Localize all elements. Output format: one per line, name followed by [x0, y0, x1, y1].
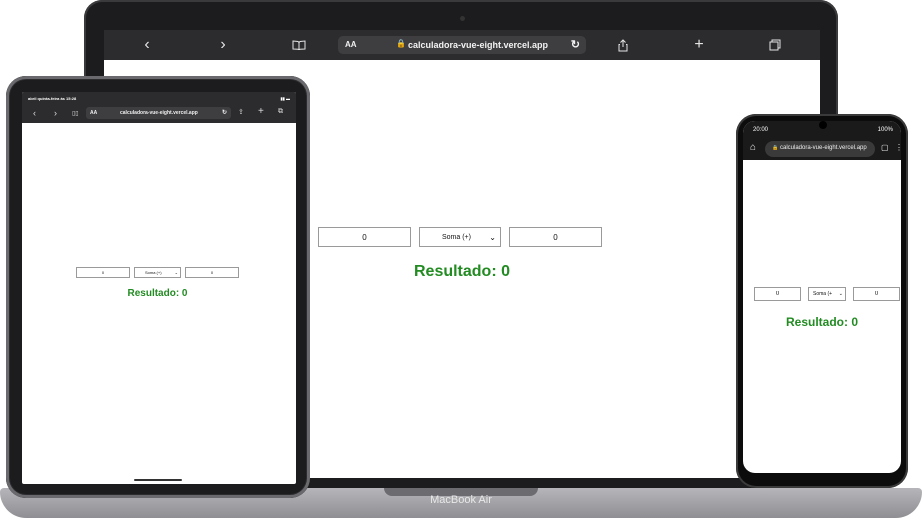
safari-toolbar: ‹ › AA 🔒 calculadora-vue-eight.vercel.ap… [104, 30, 820, 60]
operation-select-value: Soma (+) [442, 233, 471, 241]
status-time: abril quinta-feira às 15:28 [28, 96, 77, 101]
chevron-down-icon: ⌄ [174, 270, 178, 275]
back-icon[interactable]: ‹ [33, 108, 36, 118]
bookmarks-icon[interactable] [286, 30, 312, 60]
home-indicator [134, 479, 182, 481]
result-text: Resultado: 0 [413, 263, 510, 280]
url-text: calculadora-vue-eight.vercel.app [408, 40, 549, 50]
forward-icon[interactable]: › [210, 30, 236, 60]
more-options-icon[interactable]: ⋮ [895, 143, 901, 152]
share-icon[interactable] [610, 30, 636, 60]
battery-icon: ▮▮ ▬ [280, 96, 290, 101]
phone-screen: 20:00 100% ⌂ 🔒 calculadora-vue-eight.ver… [743, 121, 901, 473]
macbook-camera [460, 16, 465, 21]
chevron-down-icon: ⌄ [838, 291, 843, 297]
number-2-input[interactable] [185, 267, 239, 278]
operation-select-value: Soma (+ [813, 291, 833, 297]
number-1-input[interactable] [318, 227, 411, 247]
bookmarks-icon[interactable]: ▯▯ [72, 110, 79, 117]
number-1-input[interactable] [754, 287, 801, 301]
tabs-overview-icon[interactable] [762, 30, 788, 60]
reader-mode-label[interactable]: AA [90, 110, 97, 116]
status-time: 20:00 [753, 127, 769, 133]
url-text: calculadora-vue-eight.vercel.app [780, 145, 867, 151]
address-bar[interactable]: AA calculadora-vue-eight.vercel.app ↻ [86, 107, 231, 119]
calculator-form: Soma (+) ⌄ [318, 227, 602, 247]
reload-icon[interactable]: ↻ [571, 38, 580, 51]
new-tab-icon[interactable]: + [686, 30, 712, 60]
operation-select-value: Soma (+) [145, 270, 162, 275]
operation-select[interactable]: Soma (+) ⌄ [419, 227, 501, 247]
number-2-input[interactable] [853, 287, 900, 301]
calculator-form: Soma (+ ⌄ [754, 287, 900, 301]
tabs-overview-icon[interactable]: ⧉ [278, 108, 283, 116]
ipad-status-bar: abril quinta-feira às 15:28 ▮▮ ▬ [22, 92, 296, 104]
tab-count-icon[interactable]: ▢ [881, 143, 889, 152]
reload-icon[interactable]: ↻ [222, 109, 227, 116]
result-text: Resultado: 0 [127, 288, 188, 299]
share-icon[interactable]: ⇪ [238, 108, 244, 116]
home-icon[interactable]: ⌂ [750, 142, 756, 153]
battery-level: 100% [877, 127, 893, 133]
number-1-input[interactable] [76, 267, 130, 278]
ipad-screen: abril quinta-feira às 15:28 ▮▮ ▬ ‹ › ▯▯ … [22, 92, 296, 484]
operation-select[interactable]: Soma (+ ⌄ [808, 287, 846, 301]
new-tab-icon[interactable]: + [258, 106, 264, 117]
url-text: calculadora-vue-eight.vercel.app [120, 110, 198, 116]
operation-select[interactable]: Soma (+) ⌄ [134, 267, 181, 278]
forward-icon[interactable]: › [54, 108, 57, 118]
reader-mode-label[interactable]: AA [345, 40, 357, 49]
lock-icon: 🔒 [772, 145, 779, 151]
safari-toolbar: ‹ › ▯▯ AA calculadora-vue-eight.vercel.a… [22, 104, 296, 123]
chrome-toolbar: ⌂ 🔒 calculadora-vue-eight.vercel.app ▢ ⋮ [743, 138, 901, 160]
address-bar[interactable]: AA 🔒 calculadora-vue-eight.vercel.app ↻ [338, 36, 586, 54]
lock-icon: 🔒 [396, 39, 406, 48]
back-icon[interactable]: ‹ [134, 30, 160, 60]
result-text: Resultado: 0 [785, 315, 858, 329]
front-camera [819, 121, 827, 129]
chevron-down-icon: ⌄ [489, 232, 496, 242]
address-bar[interactable]: 🔒 calculadora-vue-eight.vercel.app [765, 141, 875, 157]
calculator-form: Soma (+) ⌄ [76, 267, 239, 278]
number-2-input[interactable] [509, 227, 602, 247]
